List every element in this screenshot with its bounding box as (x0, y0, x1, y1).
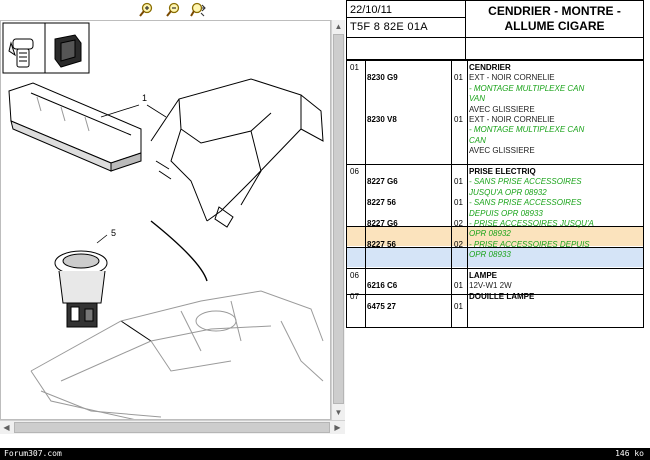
status-bar: Forum307.com 146 ko (0, 448, 650, 460)
part-description: DEPUIS OPR 08933 (469, 208, 543, 218)
part-description: - PRISE ACCESSOIRES DEPUIS (469, 239, 590, 249)
part-number[interactable]: 6216 C6 (367, 281, 397, 290)
vertical-scrollbar[interactable]: ▲ ▼ (331, 20, 345, 420)
status-size: 146 ko (615, 449, 644, 458)
part-description: AVEC GLISSIERE (469, 104, 535, 114)
part-number[interactable]: 8227 56 (367, 198, 396, 207)
header-reference: T5F 8 82E 01A (350, 21, 428, 33)
part-number[interactable]: 8227 G6 (367, 177, 398, 186)
part-description: 12V-W1 2W (469, 281, 512, 291)
part-description: DOUILLE LAMPE (469, 291, 535, 301)
toolbar (0, 0, 345, 20)
scroll-left-icon[interactable]: ◀ (0, 421, 13, 434)
part-description: CENDRIER (469, 63, 511, 72)
part-quantity: 01 (454, 177, 463, 187)
callout-1: 1 (142, 93, 147, 103)
vertical-scroll-thumb[interactable] (333, 34, 344, 404)
header-date: 22/10/11 (350, 4, 393, 16)
part-description: OPR 08932 (469, 229, 511, 239)
part-number[interactable]: 8230 V8 (367, 115, 397, 124)
part-description: - SANS PRISE ACCESSOIRES (469, 198, 582, 208)
part-description: AVEC GLISSIERE (469, 146, 535, 156)
part-description: - PRISE ACCESSOIRES JUSQU'A (469, 219, 594, 228)
part-description: CAN (469, 135, 486, 145)
part-description: EXT - NOIR CORNELIE (469, 115, 555, 124)
scroll-up-icon[interactable]: ▲ (332, 20, 345, 33)
parts-diagram: 1 5 (2, 22, 324, 419)
part-description: EXT - NOIR CORNELIE (469, 73, 555, 83)
status-site: Forum307.com (4, 449, 62, 458)
parts-table: 01 CENDRIER 8230 G9 01 EXT - NOIR CORNELIE - … (346, 60, 644, 328)
part-number[interactable]: 6475 27 (367, 302, 396, 311)
part-description: JUSQU'A OPR 08932 (469, 187, 547, 197)
part-description: - MONTAGE MULTIPLEXE CAN (469, 125, 585, 135)
cigar-lighter-part (54, 250, 108, 328)
part-description: VAN (469, 94, 486, 104)
part-quantity: 01 (454, 73, 463, 83)
scroll-right-icon[interactable]: ▶ (331, 421, 344, 434)
bulb-socket-part (54, 34, 82, 68)
part-quantity: 01 (454, 281, 463, 291)
header-title-line2: ALLUME CIGARE (504, 19, 605, 33)
part-quantity: 02 (454, 219, 463, 228)
console-frame-part (150, 78, 324, 228)
parts-list-pane: 22/10/11 T5F 8 82E 01A CENDRIER - MONTRE… (346, 0, 650, 448)
row-number: 01 (350, 63, 359, 72)
part-quantity: 01 (454, 302, 463, 312)
part-description: OPR 08933 (469, 250, 511, 260)
part-quantity: 01 (454, 115, 463, 124)
row-number: 06 (350, 271, 359, 280)
exploded-diagram-pane[interactable]: 1 5 (0, 20, 331, 420)
header-title-line1: CENDRIER - MONTRE - (488, 4, 621, 18)
zoom-fit-icon[interactable] (190, 2, 206, 18)
zoom-in-icon[interactable] (138, 2, 154, 18)
row-number: 06 (350, 167, 359, 176)
part-description: - MONTAGE MULTIPLEXE CAN (469, 83, 585, 93)
part-number[interactable]: 8230 G9 (367, 73, 398, 82)
scroll-down-icon[interactable]: ▼ (332, 406, 345, 419)
part-description: - SANS PRISE ACCESSOIRES (469, 177, 582, 187)
part-description: LAMPE (469, 271, 497, 280)
zoom-out-icon[interactable] (165, 2, 181, 18)
part-number[interactable]: 8227 56 (367, 240, 396, 249)
callout-5: 5 (111, 228, 116, 238)
row-number: 07 (350, 291, 359, 301)
horizontal-scroll-thumb[interactable] (14, 422, 330, 433)
part-quantity: 02 (454, 239, 463, 249)
parts-header: 22/10/11 T5F 8 82E 01A CENDRIER - MONTRE… (346, 0, 644, 60)
header-title: CENDRIER - MONTRE - ALLUME CIGARE (466, 4, 643, 34)
horizontal-scrollbar[interactable]: ◀ ▶ (0, 420, 345, 434)
ashtray-part (8, 82, 142, 172)
part-description: PRISE ELECTRIQ (469, 167, 536, 176)
part-number[interactable]: 8227 G6 (367, 219, 398, 228)
part-quantity: 01 (454, 198, 463, 208)
